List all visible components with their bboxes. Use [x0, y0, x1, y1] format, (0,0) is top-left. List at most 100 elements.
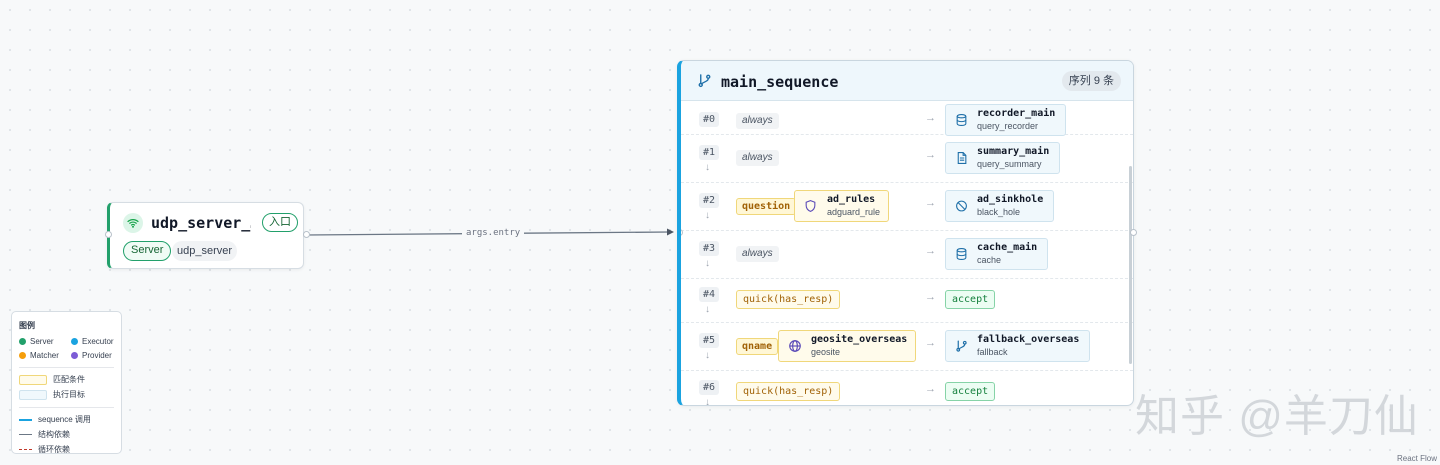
sequence-row[interactable]: #2 ↓ question ad_rules adguard_rule → ad…: [681, 183, 1133, 231]
branch-icon: [955, 339, 968, 358]
row-condition-always: always: [736, 150, 779, 166]
arrow-right-icon: →: [925, 383, 936, 395]
database-icon: [955, 113, 968, 132]
matcher-type: adguard_rule: [827, 207, 881, 217]
exec-type: query_summary: [977, 159, 1042, 169]
wifi-icon: [123, 213, 143, 233]
shield-icon: [804, 199, 817, 218]
row-condition-tag: question: [736, 198, 797, 215]
exec-target-box[interactable]: summary_main query_summary: [945, 142, 1061, 174]
legend-match-condition: 匹配条件: [19, 374, 114, 385]
entry-badge: 入口: [262, 213, 298, 232]
legend-exec-target: 执行目标: [19, 389, 114, 400]
matcher-box[interactable]: geosite_overseas geosite: [778, 330, 917, 362]
exec-type: fallback: [977, 347, 1008, 357]
legend-divider: [19, 367, 114, 368]
arrow-right-icon: →: [925, 337, 936, 349]
server-type-pill: udp_server: [172, 241, 238, 261]
arrow-right-icon: →: [925, 112, 936, 124]
row-condition-always: always: [736, 246, 779, 262]
legend-server: Server: [19, 337, 71, 346]
arrow-right-icon: →: [925, 291, 936, 303]
scrollbar[interactable]: [1129, 166, 1132, 364]
sequence-row[interactable]: #5 ↓ qname geosite_overseas geosite → fa…: [681, 323, 1133, 371]
exec-type: black_hole: [977, 207, 1021, 217]
matcher-box[interactable]: ad_rules adguard_rule: [794, 190, 890, 222]
down-arrow-icon: ↓: [705, 210, 710, 221]
exec-name: summary_main: [977, 146, 1050, 157]
server-source-handle[interactable]: [303, 231, 310, 238]
row-index: #5: [699, 333, 720, 348]
dashed-red-line-icon: [19, 449, 32, 450]
sequence-row[interactable]: #6 ↓ quick(has_resp) → accept: [681, 371, 1133, 406]
exec-target-box[interactable]: fallback_overseas fallback: [945, 330, 1091, 362]
exec-target-box[interactable]: recorder_main query_recorder: [945, 104, 1067, 136]
exec-name: cache_main: [977, 242, 1038, 253]
sequence-count-badge: 序列 9 条: [1061, 71, 1121, 91]
provider-dot-icon: [71, 352, 78, 359]
arrow-right-icon: →: [925, 245, 936, 257]
executor-dot-icon: [71, 338, 78, 345]
watermark: 知乎 @羊刀仙: [1135, 392, 1419, 441]
down-arrow-icon: ↓: [705, 397, 710, 406]
database-icon: [955, 247, 968, 266]
exec-type: query_recorder: [977, 121, 1039, 131]
row-index: #1: [699, 145, 720, 160]
react-flow-attribution[interactable]: React Flow: [1397, 454, 1437, 463]
sequence-node[interactable]: main_sequence 序列 9 条 #0 always → recorde…: [677, 60, 1134, 406]
sequence-row[interactable]: #0 always → recorder_main query_recorder: [681, 102, 1133, 136]
arrow-right-icon: →: [925, 197, 936, 209]
accept-action[interactable]: accept: [945, 290, 996, 309]
globe-icon: [788, 339, 802, 358]
sequence-row[interactable]: #3 ↓ always → cache_main cache: [681, 231, 1133, 279]
server-node[interactable]: udp_server_… 入口 Server udp_server: [105, 202, 310, 269]
legend-divider: [19, 407, 114, 408]
row-condition-always: always: [736, 113, 779, 129]
solid-gray-line-icon: [19, 434, 32, 435]
exec-name: fallback_overseas: [977, 334, 1080, 345]
legend-executor: Executor: [71, 337, 123, 346]
match-swatch-icon: [19, 374, 47, 385]
row-index: #0: [699, 112, 720, 127]
matcher-name: ad_rules: [827, 194, 876, 205]
legend-provider: Provider: [71, 351, 123, 360]
legend-struct-dep: 结构依赖: [19, 429, 114, 440]
sequence-rows: #0 always → recorder_main query_recorder…: [681, 102, 1133, 406]
sequence-source-handle[interactable]: [1130, 229, 1137, 236]
down-arrow-icon: ↓: [705, 258, 710, 269]
sequence-title: main_sequence: [721, 73, 839, 91]
row-index: #4: [699, 287, 720, 302]
document-icon: [955, 151, 968, 170]
sequence-row[interactable]: #4 ↓ quick(has_resp) → accept: [681, 279, 1133, 323]
server-dot-icon: [19, 338, 26, 345]
exec-name: recorder_main: [977, 108, 1056, 119]
matcher-type: geosite: [811, 347, 841, 357]
branch-icon: [697, 73, 712, 93]
row-condition-tag: qname: [736, 338, 779, 355]
server-kind-pill: Server: [123, 241, 172, 261]
server-target-handle[interactable]: [105, 231, 112, 238]
exec-name: ad_sinkhole: [977, 194, 1044, 205]
block-icon: [955, 199, 968, 218]
down-arrow-icon: ↓: [705, 162, 710, 173]
row-index: #3: [699, 241, 720, 256]
server-title: udp_server_…: [151, 214, 251, 232]
row-index: #2: [699, 193, 720, 208]
matcher-dot-icon: [19, 352, 26, 359]
legend-cycle-dep: 循环依赖: [19, 444, 114, 455]
legend-seq-call: sequence 调用: [19, 414, 114, 425]
edge-arrowhead: [667, 228, 674, 236]
sequence-row[interactable]: #1 ↓ always → summary_main query_summary: [681, 135, 1133, 183]
exec-type: cache: [977, 255, 1002, 265]
row-condition-quick: quick(has_resp): [736, 290, 841, 309]
solid-blue-line-icon: [19, 418, 32, 421]
accept-action[interactable]: accept: [945, 382, 996, 401]
sequence-header: main_sequence 序列 9 条: [681, 61, 1133, 101]
exec-target-box[interactable]: cache_main cache: [945, 238, 1049, 270]
row-index: #6: [699, 380, 720, 395]
arrow-right-icon: →: [925, 149, 936, 161]
exec-target-box[interactable]: ad_sinkhole black_hole: [945, 190, 1055, 222]
edge-label: args.entry: [462, 227, 525, 240]
sequence-rows-viewport[interactable]: #0 always → recorder_main query_recorder…: [681, 102, 1133, 406]
legend-matcher: Matcher: [19, 351, 71, 360]
